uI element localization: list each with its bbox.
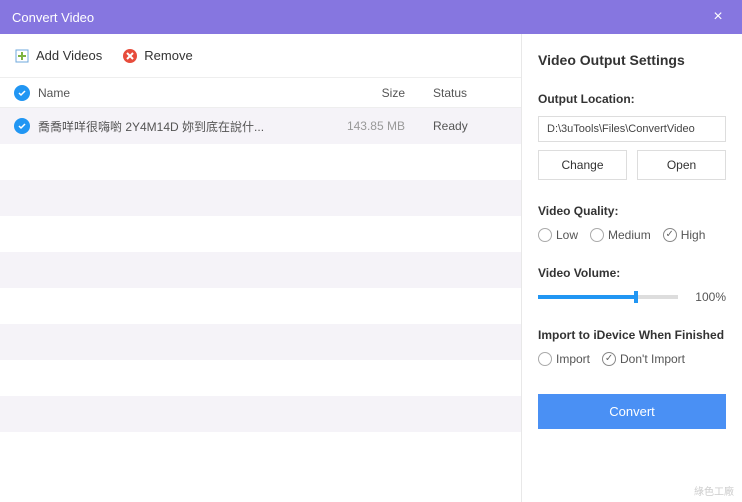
- row-name: 喬喬咩咩很嗨喲 2Y4M14D 妳到底在說什...: [38, 118, 327, 135]
- row-status: Ready: [417, 119, 507, 133]
- left-panel: Add Videos Remove Name Size Status 喬喬: [0, 34, 522, 502]
- settings-title: Video Output Settings: [538, 52, 726, 68]
- convert-button[interactable]: Convert: [538, 394, 726, 429]
- table-row: [0, 360, 521, 396]
- import-group: Import Don't Import: [538, 352, 726, 366]
- quality-low-label: Low: [556, 228, 578, 242]
- remove-icon: [122, 48, 138, 64]
- table-row[interactable]: 喬喬咩咩很嗨喲 2Y4M14D 妳到底在說什... 143.85 MB Read…: [0, 108, 521, 144]
- content: Add Videos Remove Name Size Status 喬喬: [0, 34, 742, 502]
- row-checkbox[interactable]: [14, 118, 38, 134]
- table-row: [0, 396, 521, 432]
- quality-high-radio[interactable]: High: [663, 228, 706, 242]
- volume-label: Video Volume:: [538, 266, 726, 280]
- remove-label: Remove: [144, 48, 192, 63]
- add-videos-button[interactable]: Add Videos: [14, 48, 102, 64]
- watermark: 綠色工廠: [694, 483, 734, 498]
- file-list: 喬喬咩咩很嗨喲 2Y4M14D 妳到底在說什... 143.85 MB Read…: [0, 108, 521, 502]
- import-yes-radio[interactable]: Import: [538, 352, 590, 366]
- settings-panel: Video Output Settings Output Location: D…: [522, 34, 742, 502]
- table-row: [0, 144, 521, 180]
- import-no-label: Don't Import: [620, 352, 685, 366]
- table-row: [0, 432, 521, 468]
- import-label: Import to iDevice When Finished: [538, 328, 726, 342]
- row-size: 143.85 MB: [327, 119, 417, 133]
- add-icon: [14, 48, 30, 64]
- import-yes-label: Import: [556, 352, 590, 366]
- toolbar: Add Videos Remove: [0, 34, 521, 78]
- table-row: [0, 324, 521, 360]
- table-row: [0, 216, 521, 252]
- quality-low-radio[interactable]: Low: [538, 228, 578, 242]
- import-no-radio[interactable]: Don't Import: [602, 352, 685, 366]
- output-path: D:\3uTools\Files\ConvertVideo: [538, 116, 726, 142]
- window-title: Convert Video: [12, 10, 706, 25]
- quality-group: Low Medium High: [538, 228, 726, 242]
- table-row: [0, 252, 521, 288]
- volume-value: 100%: [686, 290, 726, 304]
- quality-medium-label: Medium: [608, 228, 651, 242]
- quality-high-label: High: [681, 228, 706, 242]
- header-status: Status: [417, 86, 507, 100]
- quality-label: Video Quality:: [538, 204, 726, 218]
- output-location-label: Output Location:: [538, 92, 726, 106]
- table-header: Name Size Status: [0, 78, 521, 108]
- remove-button[interactable]: Remove: [122, 48, 192, 64]
- close-icon[interactable]: ×: [706, 5, 730, 29]
- volume-slider[interactable]: [538, 295, 678, 299]
- header-name: Name: [38, 86, 327, 100]
- table-row: [0, 288, 521, 324]
- select-all-checkbox[interactable]: [14, 85, 38, 101]
- add-videos-label: Add Videos: [36, 48, 102, 63]
- titlebar: Convert Video ×: [0, 0, 742, 34]
- open-button[interactable]: Open: [637, 150, 726, 180]
- quality-medium-radio[interactable]: Medium: [590, 228, 651, 242]
- change-button[interactable]: Change: [538, 150, 627, 180]
- table-row: [0, 180, 521, 216]
- header-size: Size: [327, 86, 417, 100]
